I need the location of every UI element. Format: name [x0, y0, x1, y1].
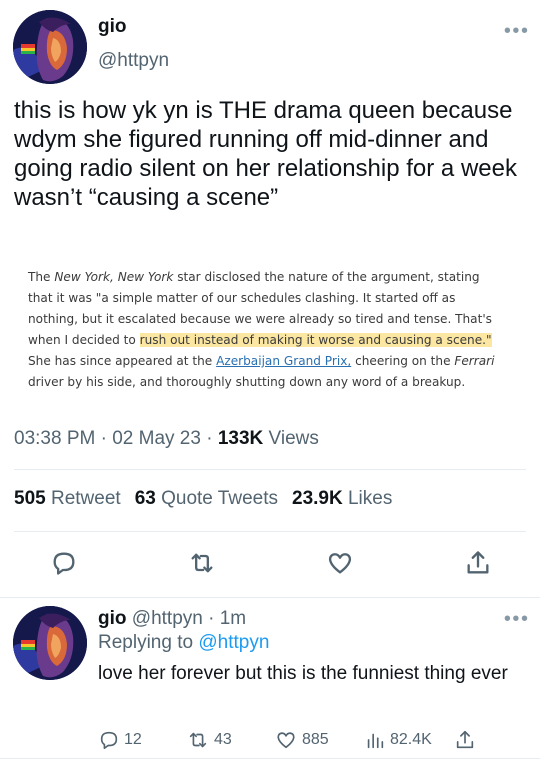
retweets-stat[interactable]: 505 Retweet [14, 488, 121, 509]
like-button[interactable] [323, 546, 357, 580]
avatar[interactable] [13, 10, 87, 84]
tweet-date[interactable]: 02 May 23 [112, 428, 201, 449]
tweet-text: this is how yk yn is THE drama queen bec… [14, 97, 517, 211]
heart-icon [328, 553, 352, 574]
reply-header: gio @httpyn · 1m [98, 608, 246, 630]
heart-icon [277, 732, 295, 749]
reply-display-name[interactable]: gio [98, 608, 127, 629]
views-label: Views [263, 428, 319, 449]
reply-reply-button[interactable]: 12 [98, 729, 142, 751]
divider [14, 531, 526, 532]
share-icon [456, 730, 474, 749]
reply-count: 12 [124, 731, 142, 748]
mention-link[interactable]: @httpyn [198, 632, 269, 653]
tweet-time[interactable]: 03:38 PM [14, 428, 95, 449]
more-horizontal-icon[interactable]: • • • [504, 609, 528, 629]
like-count: 885 [302, 731, 329, 748]
reply-text: love her forever but this is the funnies… [98, 663, 508, 684]
quotes-stat[interactable]: 63 Quote Tweets [135, 488, 278, 509]
tweet-meta: 03:38 PM · 02 May 23 · 133K Views [14, 428, 319, 449]
article-screenshot: The New York, New York star disclosed th… [28, 270, 495, 389]
reply-handle-time[interactable]: @httpyn · 1m [127, 608, 246, 629]
retweet-button[interactable] [185, 546, 219, 580]
reply-icon [100, 731, 118, 750]
divider [0, 758, 540, 759]
reply-share-button[interactable] [454, 729, 480, 751]
reply-retweet-button[interactable]: 43 [186, 729, 232, 751]
reply-views-button[interactable]: 82.4K [364, 729, 432, 751]
share-icon [467, 551, 489, 574]
divider [0, 597, 540, 598]
display-name[interactable]: gio [98, 16, 127, 38]
views-count: 82.4K [390, 731, 432, 748]
views-bar-icon [367, 733, 384, 749]
retweet-icon [191, 553, 213, 573]
engagement-stats: 505 Retweet 63 Quote Tweets 23.9K Likes [14, 488, 392, 510]
reply-button[interactable] [47, 546, 81, 580]
reply-avatar[interactable] [13, 606, 87, 680]
more-horizontal-icon[interactable]: • • • [504, 21, 528, 41]
reply-icon [53, 552, 75, 575]
user-handle[interactable]: @httpyn [98, 50, 169, 72]
retweet-icon [189, 732, 207, 748]
views-count: 133K [217, 428, 264, 449]
share-button[interactable] [461, 546, 495, 580]
replying-to: Replying to @httpyn [98, 632, 270, 653]
article-link: Azerbaijan Grand Prix, [216, 354, 352, 368]
highlighted-text: rush out instead of making it worse and … [139, 333, 492, 347]
retweet-count: 43 [214, 731, 232, 748]
likes-stat[interactable]: 23.9K Likes [292, 488, 392, 509]
reply-like-button[interactable]: 885 [274, 729, 329, 751]
divider [14, 469, 526, 470]
